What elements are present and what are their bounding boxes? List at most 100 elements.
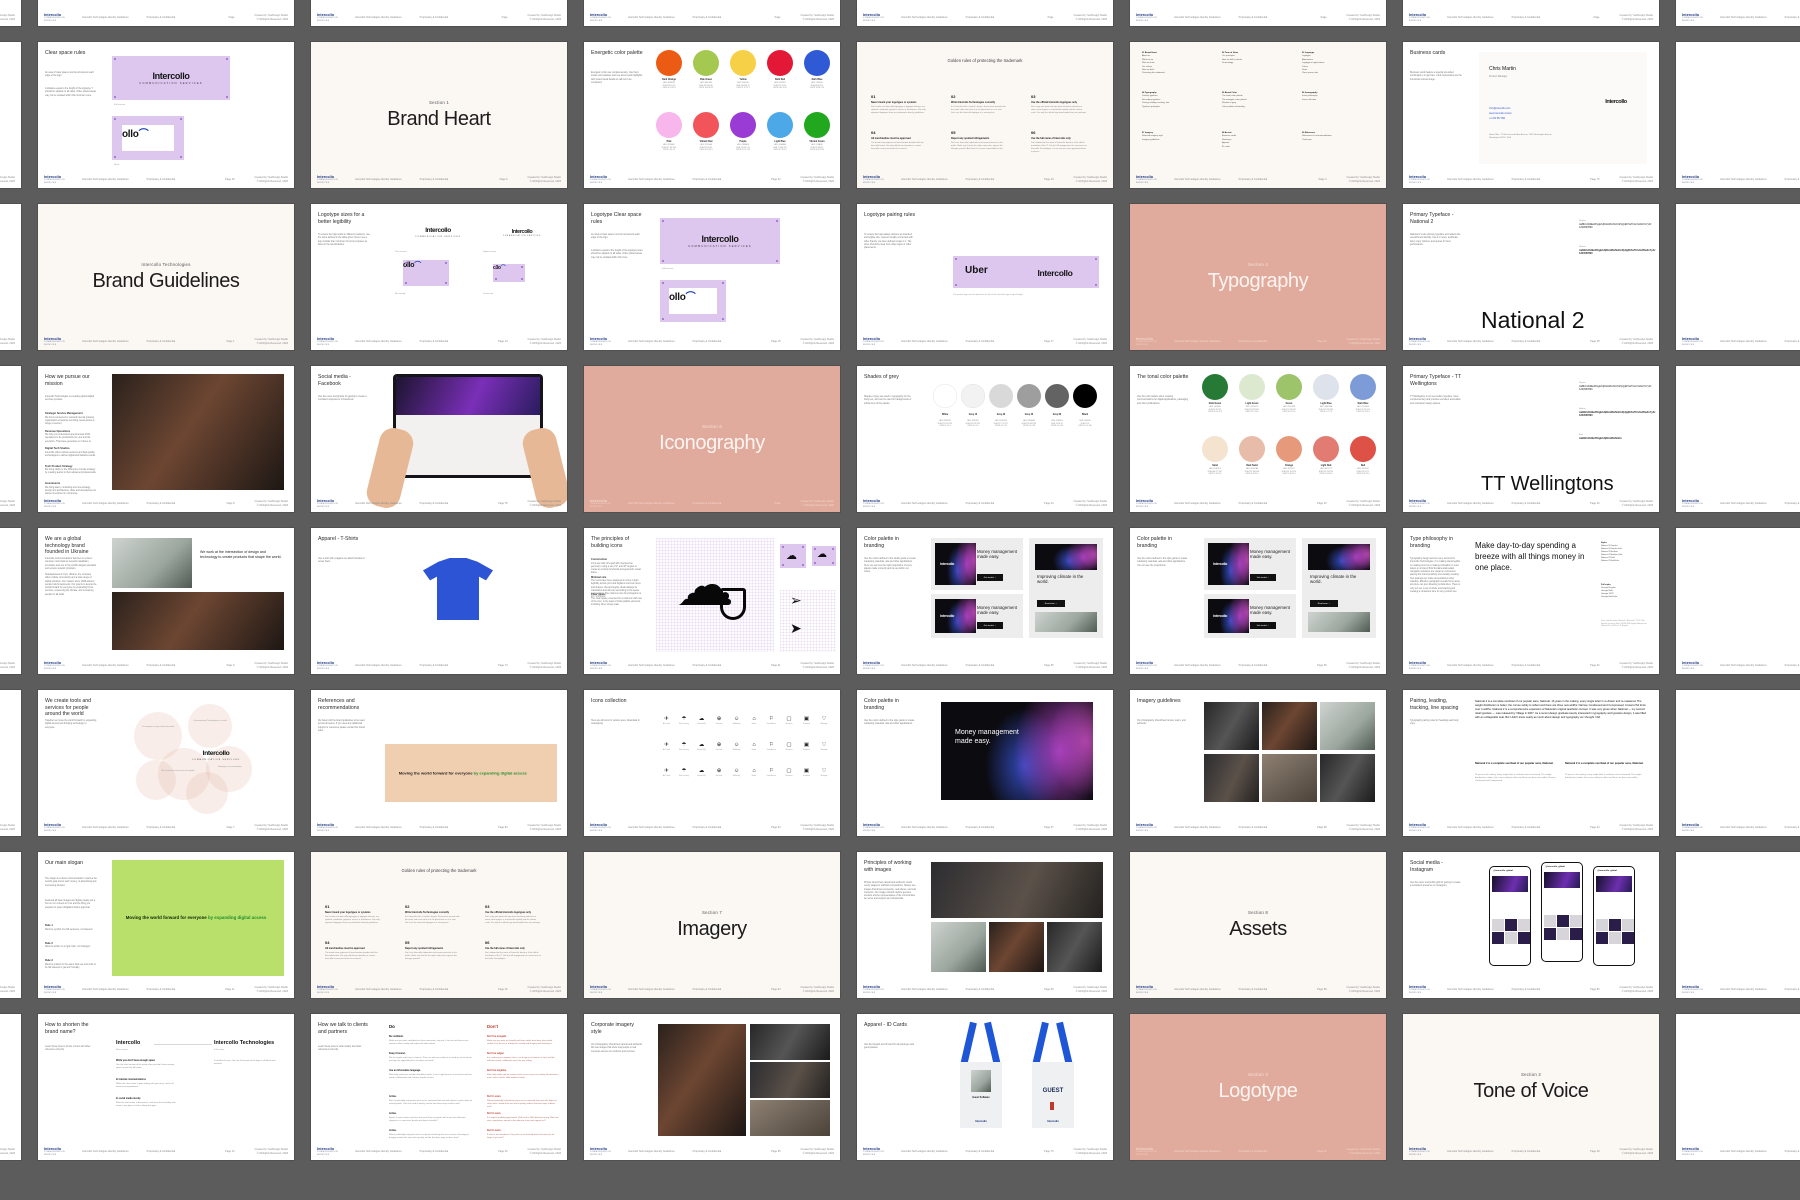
slide-thumbnail-r1c2[interactable]: Section 1 Brand Heart Intercollo COMMUNICAT… — [311, 42, 567, 188]
footer-logo-sub: COMMUNICATION SERVICES — [590, 340, 611, 346]
slide-thumbnail-partial[interactable]: IntercolloCOMMUNICATION SERVICESIntercol… — [0, 528, 21, 674]
corner-marker — [495, 278, 497, 280]
branding-card-button-0[interactable]: Get started → — [977, 574, 1003, 581]
slide-thumbnail-r1c1[interactable]: Clear space rules An area of clear space … — [38, 42, 294, 188]
slide-thumbnail-partial[interactable]: IntercolloCOMMUNICATION SERVICESIntercol… — [1676, 1014, 1800, 1160]
slide-thumbnail-r6c1[interactable]: Our main slogan The slogan is a direct co… — [38, 852, 294, 998]
toc-item-5-1[interactable]: Icons collection — [1302, 99, 1378, 102]
slide-thumbnail-r5c1[interactable]: We create tools and services for people … — [38, 690, 294, 836]
slide-thumbnail-r3c2[interactable]: Social media - Facebook Use the cover and… — [311, 366, 567, 512]
footer-page: Page 63 — [771, 826, 781, 829]
footer-doc: Intercollo Technologies Identity Guideli… — [628, 988, 675, 991]
slide-thumbnail-partial[interactable]: IntercolloCOMMUNICATION SERVICESIntercol… — [1676, 366, 1800, 512]
slide-thumbnail-r7c2[interactable]: How we talk to clients and partners Learn… — [311, 1014, 567, 1160]
slide-thumbnail-r2c3[interactable]: Logotype Clear space rules An area of cle… — [584, 204, 840, 350]
footer-confidential: Proprietary & Confidential — [1238, 16, 1268, 19]
slide-thumbnail-r7c6[interactable]: Section 2 Tone of Voice Intercollo COMMUNIC… — [1403, 1014, 1659, 1160]
slide-thumbnail-r4c4[interactable]: Color palette in branding Use the colors … — [857, 528, 1113, 674]
branding-card-button-1[interactable]: Read more → — [1037, 600, 1065, 607]
slide-thumbnail-r1c5[interactable]: 01 Brand Heart About us What we do Who w… — [1130, 42, 1386, 188]
toc-item-7-3[interactable]: ID cards — [1222, 146, 1298, 149]
slide-thumbnail-partial[interactable]: IntercolloCOMMUNICATION SERVICESIntercol… — [0, 852, 21, 998]
toc-item-8-1[interactable]: Thank you — [1302, 139, 1378, 142]
slide-thumbnail-r6c6[interactable]: Social media - Instagram Use the cover an… — [1403, 852, 1659, 998]
bcard-name: Chris Martin — [1489, 66, 1516, 72]
slide-thumbnail-r5c6[interactable]: Pairing, leading, tracking, line spacing… — [1403, 690, 1659, 836]
toc-item-2-5[interactable]: Clear space rules — [1302, 72, 1378, 75]
slide-thumbnail-partial[interactable]: IntercolloCOMMUNICATION SERVICESIntercol… — [1676, 42, 1800, 188]
toc-item-0-5[interactable]: Protecting the trademark — [1142, 72, 1218, 75]
slide-thumbnail-partial[interactable]: IntercolloCOMMUNICATION SERVICESIntercol… — [0, 690, 21, 836]
branding-card-button-2[interactable]: Get started → — [977, 622, 1003, 629]
slide-thumbnail-partial[interactable]: IntercolloCOMMUNICATION SERVICESIntercol… — [1676, 0, 1800, 26]
slide-thumbnail-r3c1[interactable]: How we pursue our mission Intercollo Tech… — [38, 366, 294, 512]
section-title: Typography — [1207, 269, 1309, 292]
branding-gradient-swirl — [941, 702, 1093, 800]
icon-glyph-c-6: ⚐ — [769, 768, 774, 774]
branding-card-button-1[interactable]: Read more → — [1310, 600, 1338, 607]
slide-thumbnail-partial[interactable]: IntercolloCOMMUNICATION SERVICESIntercol… — [1676, 528, 1800, 674]
toc-item-1-2[interactable]: Terminology — [1222, 62, 1298, 65]
slide-thumbnail-r3c5[interactable]: The tonal color palette Use the color pal… — [1130, 366, 1386, 512]
slide-thumbnail-r4c5[interactable]: Color palette in branding Use the colors … — [1130, 528, 1386, 674]
slide-thumbnail-r7c4[interactable]: Apparel - ID Cards Use the lanyard and ID… — [857, 1014, 1113, 1160]
slide-thumbnail-r3c4[interactable]: Shades of grey Shades of grey are used in… — [857, 366, 1113, 512]
slide-thumbnail-r4c6[interactable]: Type philosophy in branding Typography de… — [1403, 528, 1659, 674]
slide-thumbnail-partial[interactable]: IntercolloCOMMUNICATION SERVICESIntercol… — [0, 0, 21, 26]
slide-thumbnail-r6c5[interactable]: Section 8 Assets Intercollo COMMUNICATION S… — [1130, 852, 1386, 998]
slide-thumbnail-partial[interactable]: IntercolloCOMMUNICATION SERVICESIntercol… — [1676, 690, 1800, 836]
rule-heading-3: All merchandise must be approved — [325, 947, 365, 950]
type-styles-left: Styles National 2 Regular National 2 Regul… — [1601, 542, 1649, 563]
branding-card-button-0[interactable]: Get started → — [1250, 574, 1276, 581]
slide-thumbnail-partial[interactable]: IntercolloCOMMUNICATION SERVICESIntercol… — [1403, 0, 1659, 26]
slide-thumbnail-r3c6[interactable]: Primary Typeface - TT Wellingtons TT Well… — [1403, 366, 1659, 512]
toc-item-3-3[interactable]: Typeface principles — [1142, 106, 1218, 109]
slide-thumbnail-r4c3[interactable]: The principles of building icons Construc… — [584, 528, 840, 674]
slide-thumbnail-r7c3[interactable]: Corporate imagery style Our photography s… — [584, 1014, 840, 1160]
slide-thumbnail-partial[interactable]: IntercolloCOMMUNICATION SERVICESIntercol… — [0, 42, 21, 188]
slide-thumbnail-r2c4[interactable]: Logotype pairing rules To ensure the logo… — [857, 204, 1113, 350]
slide-thumbnail-partial[interactable]: IntercolloCOMMUNICATION SERVICESIntercol… — [38, 0, 294, 26]
facebook-cover-image — [396, 377, 540, 415]
slide-thumbnail-partial[interactable]: IntercolloCOMMUNICATION SERVICESIntercol… — [1676, 852, 1800, 998]
slide-thumbnail-r6c4[interactable]: Principles of working with images Photos … — [857, 852, 1113, 998]
branding-card-button-2[interactable]: Get started → — [1250, 622, 1276, 629]
slide-thumbnail-r2c6[interactable]: Primary Typeface - National 2 National 2 … — [1403, 204, 1659, 350]
slide-thumbnail-r5c4[interactable]: Color palette in branding Use the colors … — [857, 690, 1113, 836]
slide-thumbnail-partial[interactable]: IntercolloCOMMUNICATION SERVICESIntercol… — [1676, 204, 1800, 350]
slide-thumbnail-partial[interactable]: IntercolloCOMMUNICATION SERVICESIntercol… — [311, 0, 567, 26]
slide-thumbnail-r1c3[interactable]: Energetic color palette Energetic colors … — [584, 42, 840, 188]
slide-thumbnail-r1c6[interactable]: Business cards Business cards feature a s… — [1403, 42, 1659, 188]
slide-grid-overview[interactable]: Intercollo COMMUNICATION SERVICES Intercol… — [0, 0, 1800, 1200]
slide-thumbnail-r1c4[interactable]: Golden rules of protecting the trademark… — [857, 42, 1113, 188]
slide-thumbnail-r2c2[interactable]: Logotype sizes for a better legibility To… — [311, 204, 567, 350]
slide-thumbnail-r4c2[interactable]: Apparel - T-Shirts Use a shirt with a tag… — [311, 528, 567, 674]
footer-confidential: Proprietary & Confidential — [1238, 1150, 1268, 1153]
slide-thumbnail-partial[interactable]: IntercolloCOMMUNICATION SERVICESIntercol… — [1130, 0, 1386, 26]
slide-thumbnail-partial[interactable]: IntercolloCOMMUNICATION SERVICESIntercol… — [0, 204, 21, 350]
footer-doc: Intercollo Technologies Identity Guideli… — [82, 826, 129, 829]
slide-thumbnail-partial[interactable]: IntercolloCOMMUNICATION SERVICESIntercol… — [857, 0, 1113, 26]
slide-thumbnail-partial[interactable]: IntercolloCOMMUNICATION SERVICESIntercol… — [0, 366, 21, 512]
logo-wordmark: Intercollo — [511, 228, 533, 235]
slide-thumbnail-r4c1[interactable]: We are a global technology brand founded… — [38, 528, 294, 674]
slide-thumbnail-r6c2[interactable]: Golden rules of protecting the trademark… — [311, 852, 567, 998]
slide-thumbnail-r7c1[interactable]: How to shorten the brand name? Learn thes… — [38, 1014, 294, 1160]
slide-thumbnail-r5c5[interactable]: Imagery guidelines Our photography should… — [1130, 690, 1386, 836]
slide-thumbnail-r5c3[interactable]: Icons collection Here are all icons for v… — [584, 690, 840, 836]
slide-thumbnail-partial[interactable]: IntercolloCOMMUNICATION SERVICESIntercol… — [584, 0, 840, 26]
footer-confidential: Proprietary & Confidential — [419, 1150, 449, 1153]
footer-logo-sub: COMMUNICATION SERVICES — [1682, 826, 1703, 832]
slide-thumbnail-r2c1[interactable]: Intercollo Technologies Brand Guidelines I… — [38, 204, 294, 350]
slide-thumbnail-r2c5[interactable]: Section 4 Typography Intercollo COMMUNICATI… — [1130, 204, 1386, 350]
slide-thumbnail-r7c5[interactable]: Section 3 Logotype Intercollo COMMUNICATION… — [1130, 1014, 1386, 1160]
slide-thumbnail-r3c3[interactable]: Section 6 Iconography Intercollo COMMUNICAT… — [584, 366, 840, 512]
slide-thumbnail-partial[interactable]: IntercolloCOMMUNICATION SERVICESIntercol… — [0, 1014, 21, 1160]
slide-thumbnail-r6c3[interactable]: Section 7 Imagery Intercollo COMMUNICATION … — [584, 852, 840, 998]
toc-item-6-1[interactable]: Imagery guidelines — [1142, 139, 1218, 142]
toc-item-4-3[interactable]: Color palette in branding — [1222, 106, 1298, 109]
slide-thumbnail-r5c2[interactable]: References and recommendations We have bu… — [311, 690, 567, 836]
footer-logo-sub: COMMUNICATION SERVICES — [1682, 16, 1703, 22]
footer-page: Page 78 — [498, 502, 508, 505]
footer-logo-sub: COMMUNICATION SERVICES — [1409, 340, 1430, 346]
